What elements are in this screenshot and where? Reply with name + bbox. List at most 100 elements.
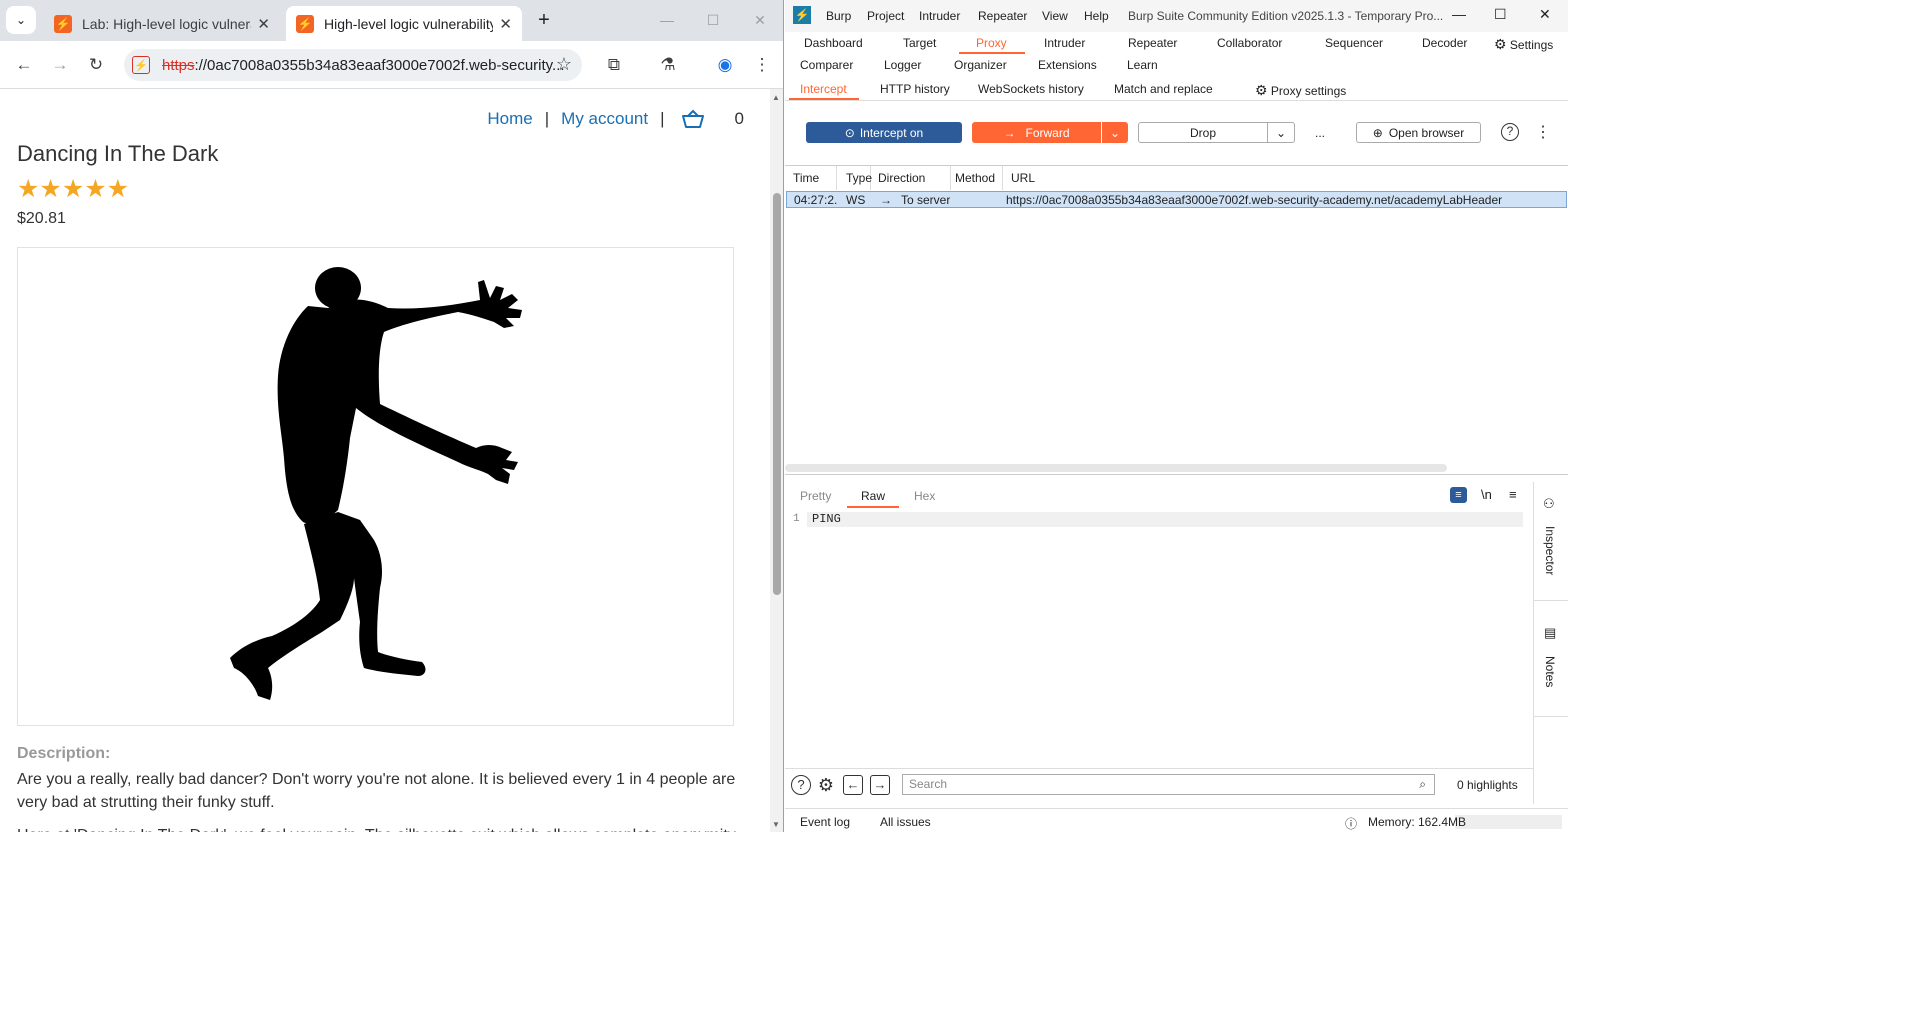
- menu-burp[interactable]: Burp: [826, 9, 851, 23]
- subtab-websockets-history[interactable]: WebSockets history: [978, 82, 1084, 96]
- cart-basket-icon[interactable]: [681, 109, 705, 129]
- all-issues-link[interactable]: All issues: [880, 815, 931, 829]
- subtab-intercept[interactable]: Intercept: [800, 82, 847, 96]
- maximize-icon[interactable]: ☐: [698, 8, 728, 32]
- table-row[interactable]: 04:27:2... WS → To server https://0ac700…: [786, 191, 1567, 208]
- scroll-up-icon[interactable]: ▲: [772, 93, 780, 102]
- side-tab-inspector[interactable]: Inspector: [1543, 526, 1557, 575]
- side-tab-notes[interactable]: Notes: [1543, 656, 1557, 687]
- menu-view[interactable]: View: [1042, 9, 1068, 23]
- tab-lab[interactable]: ⚡ Lab: High-level logic vulnerabilit ✕: [44, 6, 280, 41]
- word-wrap-icon[interactable]: ≡: [1450, 487, 1467, 503]
- hamburger-menu-icon[interactable]: ≡: [1509, 487, 1517, 502]
- subtab-proxy-settings-label: Proxy settings: [1270, 84, 1347, 98]
- description-text-2: Here at 'Dancing In The Dark', we feel y…: [17, 824, 757, 832]
- labs-flask-icon[interactable]: ⚗: [656, 53, 680, 77]
- highlights-count: 0 highlights: [1457, 778, 1518, 792]
- event-log-link[interactable]: Event log: [800, 815, 850, 829]
- nav-my-account-link[interactable]: My account: [561, 109, 648, 129]
- column-header-type[interactable]: Type: [837, 166, 872, 190]
- tab-logger[interactable]: Logger: [884, 58, 921, 72]
- intercept-toggle-button[interactable]: ⊙ Intercept on: [806, 122, 962, 143]
- tab-comparer[interactable]: Comparer: [800, 58, 853, 72]
- close-window-icon[interactable]: ✕: [1539, 6, 1551, 23]
- help-icon[interactable]: ?: [791, 775, 811, 795]
- menu-kebab-icon[interactable]: ⋮: [750, 53, 774, 77]
- tab-dashboard[interactable]: Dashboard: [804, 36, 863, 50]
- tab-intruder[interactable]: Intruder: [1044, 36, 1085, 50]
- open-browser-button[interactable]: ⊕ Open browser: [1356, 122, 1481, 143]
- close-window-icon[interactable]: ✕: [745, 8, 775, 32]
- tab-active[interactable]: ⚡ High-level logic vulnerability ✕: [286, 6, 522, 41]
- forward-button[interactable]: → Forward: [972, 122, 1101, 143]
- help-icon[interactable]: ?: [1501, 123, 1519, 141]
- back-icon[interactable]: ←: [12, 53, 36, 77]
- inspector-icon[interactable]: ⚇: [1543, 496, 1555, 512]
- bookmark-star-icon[interactable]: ☆: [556, 54, 572, 75]
- new-tab-button[interactable]: +: [532, 8, 556, 32]
- menu-intruder[interactable]: Intruder: [919, 9, 960, 23]
- notes-icon[interactable]: ▤: [1544, 625, 1556, 641]
- more-options-button[interactable]: ...: [1308, 122, 1332, 143]
- tab-search-button[interactable]: ⌄: [6, 6, 36, 34]
- table-horizontal-scrollbar[interactable]: [785, 464, 1447, 472]
- editor-line[interactable]: PING: [807, 512, 1523, 527]
- forward-button-label: Forward: [1025, 125, 1070, 140]
- tab-learn[interactable]: Learn: [1127, 58, 1158, 72]
- menu-project[interactable]: Project: [867, 9, 904, 23]
- address-bar[interactable]: ⚡ https://0ac7008a0355b34a83eaaf3000e700…: [124, 49, 582, 81]
- column-header-method[interactable]: Method: [951, 166, 1003, 190]
- close-tab-icon[interactable]: ✕: [257, 15, 270, 33]
- gear-icon[interactable]: ⚙: [816, 775, 836, 795]
- subtab-http-history[interactable]: HTTP history: [880, 82, 950, 96]
- kebab-menu-icon[interactable]: ⋮: [1535, 122, 1551, 142]
- chrome-window: ⌄ ⚡ Lab: High-level logic vulnerabilit ✕…: [0, 0, 784, 832]
- column-header-url[interactable]: URL: [1003, 166, 1568, 190]
- forward-dropdown-button[interactable]: ⌄: [1102, 122, 1128, 143]
- tab-extensions[interactable]: Extensions: [1038, 58, 1097, 72]
- tab-organizer[interactable]: Organizer: [954, 58, 1007, 72]
- forward-icon[interactable]: →: [48, 53, 72, 77]
- minimize-icon[interactable]: —: [1452, 6, 1466, 22]
- profile-icon[interactable]: ◉: [713, 53, 737, 77]
- scroll-thumb[interactable]: [773, 193, 781, 595]
- drop-button[interactable]: Drop: [1138, 122, 1268, 143]
- scroll-down-icon[interactable]: ▼: [772, 820, 780, 829]
- minimize-icon[interactable]: —: [652, 8, 682, 32]
- extensions-icon[interactable]: ⧉: [602, 53, 626, 77]
- search-placeholder: Search: [909, 777, 948, 791]
- subtab-proxy-settings[interactable]: ⚙ Proxy settings: [1255, 82, 1346, 99]
- line-number: 1: [793, 513, 800, 525]
- tab-settings-label: Settings: [1509, 38, 1554, 52]
- maximize-icon[interactable]: ☐: [1494, 6, 1507, 23]
- menu-repeater[interactable]: Repeater: [978, 9, 1027, 23]
- reload-icon[interactable]: ↻: [84, 53, 108, 77]
- editor-tab-raw[interactable]: Raw: [861, 489, 885, 503]
- subtab-match-replace[interactable]: Match and replace: [1114, 82, 1213, 96]
- intercept-toggle-label: Intercept on: [859, 125, 924, 140]
- tab-decoder[interactable]: Decoder: [1422, 36, 1467, 50]
- editor-tab-hex[interactable]: Hex: [914, 489, 935, 503]
- close-tab-icon[interactable]: ✕: [499, 15, 512, 33]
- tab-collaborator[interactable]: Collaborator: [1217, 36, 1282, 50]
- search-input[interactable]: Search ⌕: [902, 774, 1435, 795]
- arrow-right-icon[interactable]: →: [870, 775, 890, 795]
- tab-sequencer[interactable]: Sequencer: [1325, 36, 1383, 50]
- tab-target[interactable]: Target: [903, 36, 936, 50]
- arrow-right-icon: →: [1003, 125, 1016, 140]
- tab-settings[interactable]: ⚙ Settings: [1494, 36, 1553, 53]
- drop-dropdown-button[interactable]: ⌄: [1267, 122, 1295, 143]
- arrow-left-icon[interactable]: ←: [843, 775, 863, 795]
- tab-title: Lab: High-level logic vulnerabilit: [82, 15, 251, 32]
- column-header-time[interactable]: Time: [785, 166, 837, 190]
- nav-home-link[interactable]: Home: [487, 109, 532, 129]
- cell-type: WS: [846, 193, 866, 207]
- divider: [1534, 716, 1568, 717]
- tab-repeater[interactable]: Repeater: [1128, 36, 1177, 50]
- tab-proxy[interactable]: Proxy: [976, 36, 1007, 50]
- column-header-direction[interactable]: Direction: [871, 166, 951, 190]
- newline-toggle[interactable]: \n: [1481, 487, 1492, 502]
- page-scrollbar[interactable]: ▲ ▼: [770, 89, 783, 832]
- menu-help[interactable]: Help: [1084, 9, 1109, 23]
- editor-tab-pretty[interactable]: Pretty: [800, 489, 831, 503]
